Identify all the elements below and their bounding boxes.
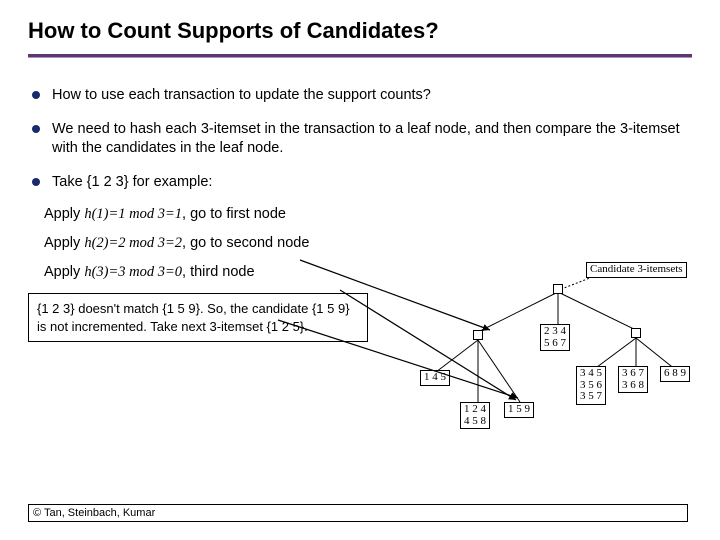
tree-leaf: 3 4 5 3 5 6 3 5 7 (576, 366, 606, 405)
bullet-item: We need to hash each 3-itemset in the tr… (32, 120, 692, 159)
footer-credit: © Tan, Steinbach, Kumar (28, 504, 688, 522)
bullet-text: Take {1 2 3} for example: (52, 173, 212, 193)
apply-prefix: Apply (44, 206, 84, 222)
bullet-icon (32, 178, 40, 186)
apply-prefix: Apply (44, 235, 84, 251)
tree-leaf: 2 3 4 5 6 7 (540, 324, 570, 351)
tree-leaf: 1 5 9 (504, 402, 534, 418)
tree-leaf: 6 8 9 (660, 366, 690, 382)
bullet-item: How to use each transaction to update th… (32, 86, 692, 106)
apply-line-1: Apply h(1)=1 mod 3=1, go to first node (44, 206, 692, 223)
tree-leaf: 1 2 4 4 5 8 (460, 402, 490, 429)
note-box: {1 2 3} doesn't match {1 5 9}. So, the c… (28, 293, 368, 342)
bullet-icon (32, 91, 40, 99)
apply-suffix: , third node (182, 264, 255, 280)
title-rule (28, 54, 692, 58)
apply-line-2: Apply h(2)=2 mod 3=2, go to second node (44, 235, 692, 252)
tree-leaf: 3 6 7 3 6 8 (618, 366, 648, 393)
bullet-item: Take {1 2 3} for example: (32, 173, 692, 193)
tree-internal-right (631, 328, 641, 338)
apply-math: h(3)=3 mod 3=0 (84, 264, 182, 280)
bullet-text: How to use each transaction to update th… (52, 86, 431, 106)
page-title: How to Count Supports of Candidates? (28, 18, 692, 44)
bullet-text: We need to hash each 3-itemset in the tr… (52, 120, 692, 159)
tree-internal-left (473, 330, 483, 340)
apply-suffix: , go to first node (182, 206, 286, 222)
apply-prefix: Apply (44, 264, 84, 280)
apply-suffix: , go to second node (182, 235, 309, 251)
tree-header: Candidate 3-itemsets (586, 262, 687, 278)
tree-edges (418, 262, 698, 482)
hash-tree-diagram: Candidate 3-itemsets 2 3 4 5 6 7 1 4 5 1… (418, 262, 698, 482)
bullet-list: How to use each transaction to update th… (32, 86, 692, 192)
apply-math: h(1)=1 mod 3=1 (84, 206, 182, 222)
tree-leaf: 1 4 5 (420, 370, 450, 386)
tree-root (553, 284, 563, 294)
bullet-icon (32, 125, 40, 133)
apply-math: h(2)=2 mod 3=2 (84, 235, 182, 251)
